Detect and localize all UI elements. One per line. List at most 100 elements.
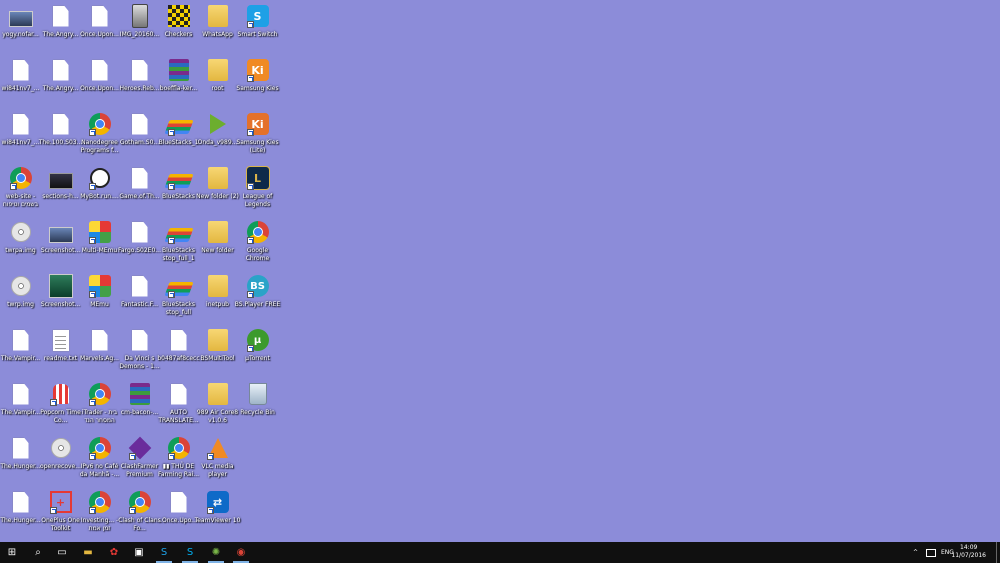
desktop-icon-25[interactable]: BlueStacks xyxy=(159,166,198,201)
desktop-icon-2[interactable]: Once.Upon... xyxy=(80,4,119,39)
dark-image-icon xyxy=(48,172,73,189)
desktop-icon-6[interactable]: S Smart Switch xyxy=(238,4,277,39)
desktop-icon-34[interactable]: Google Chrome xyxy=(238,220,277,262)
desktop-icon-36[interactable]: Screenshot... xyxy=(41,274,80,309)
desktop-icon-23[interactable]: MyBot.run.... xyxy=(80,166,119,201)
desktop-icon-39[interactable]: BlueStacks stop_full xyxy=(159,274,198,316)
desktop-icon-35[interactable]: twrp.img xyxy=(1,274,40,309)
desktop-icon-52[interactable]: cm-bacon-... xyxy=(120,382,159,417)
desktop-icon-24[interactable]: Game.of.Th... xyxy=(119,166,160,201)
desktop-icon-32[interactable]: BlueStacks stop_full_1 xyxy=(159,220,198,262)
shortcut-arrow-icon xyxy=(88,453,96,460)
desktop-icon-61[interactable]: VLC media player xyxy=(198,436,237,478)
desktop-icon-59[interactable]: ClashFarmer Premium xyxy=(120,436,159,478)
desktop-icon-43[interactable]: readme.txt xyxy=(41,328,80,363)
desktop-icon-46[interactable]: b0487af8cecc xyxy=(157,328,200,363)
shortcut-arrow-icon xyxy=(246,237,254,244)
show-desktop-button[interactable] xyxy=(996,542,1000,563)
desktop: yogy.nofar... The.Angry... Once.Upon... IMG… xyxy=(0,0,1000,542)
shortcut-arrow-icon xyxy=(49,399,57,406)
show-hidden-icons-button[interactable]: ^ xyxy=(913,542,918,563)
folder-icon xyxy=(207,275,228,297)
desktop-icon-18[interactable]: BlueStacks_1 xyxy=(159,112,198,147)
desktop-icon-67[interactable]: ⇄ TeamViewer 10 xyxy=(195,490,240,525)
archive-icon xyxy=(168,59,189,81)
chrome-taskbar-button[interactable]: ◉ xyxy=(233,545,249,560)
desktop-icon-58[interactable]: IPv6 no Café da Manhã -... xyxy=(80,436,119,478)
search-icon: ⌕ xyxy=(35,547,41,558)
archive-icon xyxy=(129,383,150,405)
desktop-icon-4[interactable]: Checkers xyxy=(159,4,198,39)
desktop-icon-37[interactable]: MEmu xyxy=(80,274,119,309)
desktop-icon-44[interactable]: Marvels.Ag... xyxy=(80,328,119,363)
desktop-icon-7[interactable]: wi841nv7_... xyxy=(1,58,40,93)
store-button[interactable]: ▣ xyxy=(131,545,147,560)
skype-icon: S xyxy=(186,547,194,558)
desktop-icon-40[interactable]: inetpub xyxy=(198,274,237,309)
desktop-icon-41[interactable]: BS BS.Player FREE xyxy=(235,274,280,309)
desktop-icon-5[interactable]: WhatsApp xyxy=(198,4,237,39)
desktop-icon-12[interactable]: root xyxy=(198,58,237,93)
desktop-icon-55[interactable]: Recycle Bin xyxy=(238,382,277,417)
desktop-icon-49[interactable]: The.Vampir... xyxy=(1,382,40,417)
start-button[interactable]: ⊞ xyxy=(4,545,20,560)
desktop-icon-16[interactable]: Nanodegree Programs f... xyxy=(80,112,119,154)
desktop-icon-11[interactable]: boeffla-ker... xyxy=(159,58,198,93)
desktop-icon-27[interactable]: L League of Legends xyxy=(238,166,277,208)
desktop-icon-63[interactable]: + OnePlus One Toolkit xyxy=(41,490,80,532)
desktop-icon-30[interactable]: Multi-MEmu xyxy=(80,220,119,255)
desktop-icon-60[interactable]: ▮▮ THỦ DE Farming Rai... xyxy=(158,436,199,478)
desktop-icon-51[interactable]: iTrader - בית המסחר הנד xyxy=(80,382,119,424)
desktop-icon-53[interactable]: AUTO TRANSLATE... xyxy=(158,382,199,424)
file-icon xyxy=(131,275,148,297)
desktop-icon-31[interactable]: Fargo.S02E0... xyxy=(118,220,161,255)
desktop-icon-29[interactable]: Screenshot... xyxy=(41,220,80,255)
desktop-icon-45[interactable]: Da Vinci s Demons - 1... xyxy=(119,328,160,370)
app-taskbar-button[interactable]: ✺ xyxy=(208,545,224,560)
memu-taskbar-button[interactable]: ✿ xyxy=(106,545,122,560)
desktop-icon-8[interactable]: The.Angry... xyxy=(41,58,80,93)
desktop-icon-0[interactable]: yogy.nofar... xyxy=(1,4,40,39)
shortcut-arrow-icon xyxy=(88,183,96,190)
desktop-icon-3[interactable]: IMG_20160... xyxy=(120,4,159,39)
desktop-icon-57[interactable]: openrecove... xyxy=(40,436,81,471)
search-button[interactable]: ⌕ xyxy=(30,545,46,560)
skype-taskbar-button[interactable]: S xyxy=(182,545,198,560)
desktop-icon-47[interactable]: BSMultiTool xyxy=(198,328,237,363)
desktop-icon-65[interactable]: Clash of Clans Fo... xyxy=(118,490,161,532)
desktop-icon-17[interactable]: Gotham.S0... xyxy=(120,112,159,147)
notification-icon[interactable] xyxy=(926,542,936,563)
desktop-icon-56[interactable]: The.Hunger... xyxy=(0,436,41,471)
desktop-icon-33[interactable]: New folder xyxy=(198,220,237,255)
desktop-icon-50[interactable]: Popcorn Time Co... xyxy=(40,382,81,424)
task-view-button[interactable]: ▭ xyxy=(54,545,70,560)
smart-switch-taskbar-button[interactable]: S xyxy=(156,545,172,560)
shortcut-arrow-icon xyxy=(88,129,96,136)
desktop-icon-66[interactable]: .Once.Upo... xyxy=(159,490,198,525)
desktop-icon-38[interactable]: Fantastic.F... xyxy=(120,274,159,309)
file-explorer-button[interactable]: ▬ xyxy=(80,545,96,560)
shortcut-arrow-icon xyxy=(88,507,96,514)
desktop-icon-13[interactable]: Ki Samsung Kies xyxy=(236,58,279,93)
desktop-icon-62[interactable]: The.Hunger... xyxy=(0,490,41,525)
desktop-icon-19[interactable]: Onda_v989... xyxy=(198,112,237,147)
desktop-icon-22[interactable]: sections-h... xyxy=(41,166,80,201)
desktop-icon-26[interactable]: New folder (2) xyxy=(196,166,239,201)
desktop-icon-label: Samsung Kies (Lite) xyxy=(236,139,279,154)
desktop-icon-1[interactable]: The.Angry... xyxy=(41,4,80,39)
desktop-icon-21[interactable]: web-site - בשמים וטיפוח xyxy=(1,166,40,208)
desktop-icon-14[interactable]: wi841nv7_... xyxy=(1,112,40,147)
desktop-icon-10[interactable]: Heroes.Reb... xyxy=(119,58,160,93)
desktop-icon-28[interactable]: twrpa.img xyxy=(1,220,40,255)
desktop-icon-64[interactable]: Investing... - זמן אמת xyxy=(80,490,119,532)
clock[interactable]: 14:09 11/07/2016 xyxy=(951,544,986,560)
desktop-icon-48[interactable]: µ µTorrent xyxy=(238,328,277,363)
desktop-icon-9[interactable]: Once.Upon... xyxy=(80,58,119,93)
file-icon xyxy=(131,59,148,81)
desktop-icon-label: BS.Player FREE xyxy=(234,301,281,308)
desktop-icon-54[interactable]: 989 Air Core8 v1.0.6 xyxy=(197,382,238,424)
desktop-icon-15[interactable]: The.100.S03... xyxy=(39,112,82,147)
desktop-icon-20[interactable]: Ki Samsung Kies (Lite) xyxy=(236,112,279,154)
desktop-icon-42[interactable]: The.Vampir... xyxy=(1,328,40,363)
desktop-icon-label: Recycle Bin xyxy=(240,409,275,416)
